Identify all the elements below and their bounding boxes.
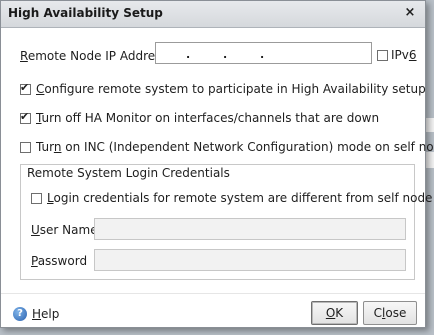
background-window-strip [426,152,434,168]
configure-remote-checkbox[interactable] [20,81,31,95]
turn-off-ha-monitor-checkbox[interactable] [20,110,31,124]
background-window-strip [426,118,434,132]
password-input[interactable] [94,249,406,271]
ok-button[interactable]: OK [311,301,358,325]
ip-octet-separator: . [223,48,228,61]
ipv6-checkbox[interactable] [377,49,388,61]
close-icon[interactable]: × [403,5,417,21]
help-label: Help [32,307,60,321]
configure-remote-label: Configure remote system to participate i… [36,82,426,96]
dialog-title: High Availability Setup [8,6,163,20]
remote-node-ip-input[interactable]: . . . [155,42,372,64]
different-credentials-row[interactable]: Login credentials for remote system are … [31,191,432,205]
ipv6-label: IPv6 [391,48,417,62]
help-link[interactable]: ? Help [13,307,59,321]
ip-octet-separator: . [186,48,191,61]
different-credentials-checkbox[interactable] [31,192,42,204]
username-label: User Name [31,223,98,237]
remote-node-ip-label: Remote Node IP Address [20,49,168,63]
help-icon: ? [13,307,27,321]
credentials-group-legend: Remote System Login Credentials [25,166,232,180]
option-turn-on-inc[interactable]: Turn on INC (Independent Network Configu… [20,140,434,154]
footer-separator [1,293,425,294]
turn-on-inc-label: Turn on INC (Independent Network Configu… [36,140,434,154]
close-button[interactable]: Close [363,301,417,325]
option-configure-remote[interactable]: Configure remote system to participate i… [20,81,426,96]
turn-on-inc-checkbox[interactable] [20,141,31,153]
turn-off-ha-monitor-label: Turn off HA Monitor on interfaces/channe… [36,111,380,125]
password-label: Password [31,254,88,268]
option-turn-off-ha-monitor[interactable]: Turn off HA Monitor on interfaces/channe… [20,110,380,125]
ip-octet-separator: . [260,48,265,61]
high-availability-dialog: High Availability Setup × Remote Node IP… [0,0,434,328]
different-credentials-label: Login credentials for remote system are … [47,191,433,205]
ipv6-checkbox-row[interactable]: IPv6 [377,48,417,62]
title-bar: High Availability Setup × [1,1,425,28]
username-input[interactable] [94,218,406,240]
